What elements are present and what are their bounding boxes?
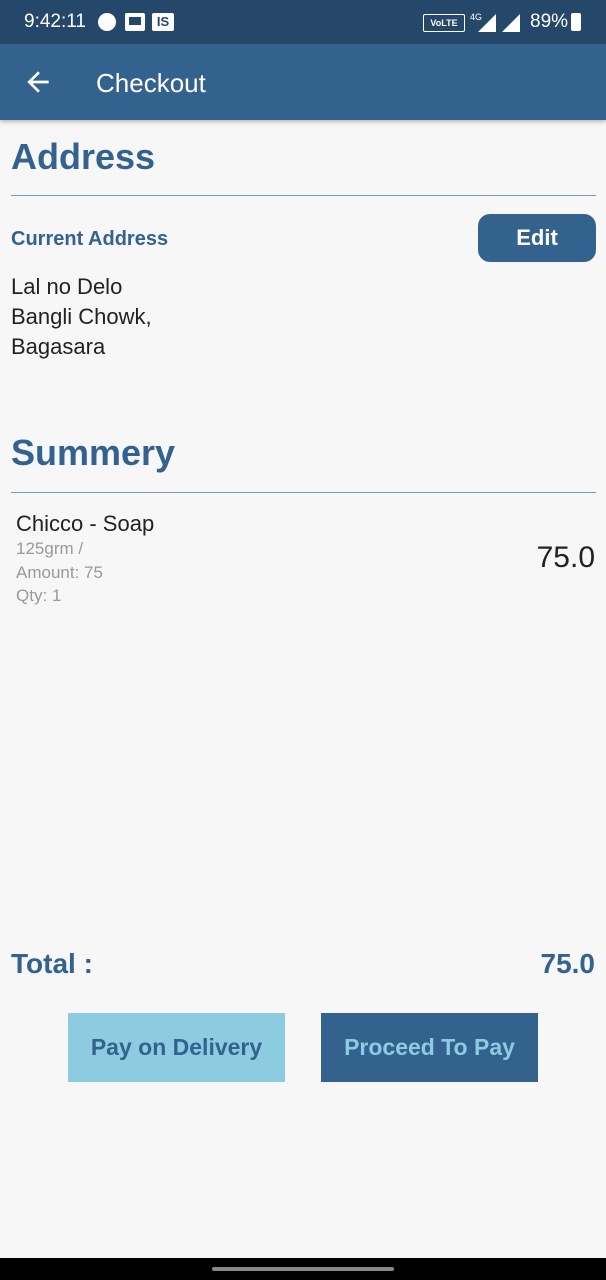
navigation-bar [0, 1258, 606, 1280]
screen-cast-icon [125, 13, 145, 31]
edit-address-button[interactable]: Edit [478, 214, 596, 262]
address-divider [11, 195, 596, 196]
status-bar: 9:42:11 IS VoLTE 4G 89% [0, 0, 606, 44]
item-price: 75.0 [536, 541, 595, 574]
address-line-2: Bangli Chowk, [11, 304, 152, 329]
notification-icon [98, 13, 116, 31]
item-name: Chicco - Soap [16, 511, 155, 536]
home-gesture-handle[interactable] [212, 1267, 394, 1271]
battery-percent: 89% [530, 11, 569, 32]
is-badge-icon: IS [152, 13, 174, 31]
address-text: Lal no Delo Bangli Chowk, Bagasara [11, 272, 152, 362]
app-bar: Checkout [0, 44, 606, 120]
signal-icon [478, 14, 496, 32]
battery-icon [571, 13, 581, 31]
current-address-label: Current Address [11, 228, 169, 250]
summary-heading: Summery [11, 432, 176, 473]
status-time: 9:42:11 [24, 11, 86, 32]
address-line-3: Bagasara [11, 334, 106, 359]
item-weight: 125grm / [16, 539, 84, 558]
summary-divider [11, 492, 596, 493]
volte-icon: VoLTE [423, 14, 465, 32]
pay-on-delivery-button[interactable]: Pay on Delivery [68, 1013, 285, 1082]
signal-icon-2 [502, 14, 520, 32]
item-amount: Amount: 75 [16, 563, 103, 582]
page-title: Checkout [96, 68, 206, 98]
item-qty: Qty: 1 [16, 586, 62, 605]
address-line-1: Lal no Delo [11, 274, 123, 299]
total-value: 75.0 [540, 948, 596, 979]
total-label: Total : [11, 948, 93, 979]
proceed-to-pay-button[interactable]: Proceed To Pay [321, 1013, 538, 1082]
address-heading: Address [11, 136, 156, 177]
arrow-back-icon[interactable] [22, 66, 54, 98]
